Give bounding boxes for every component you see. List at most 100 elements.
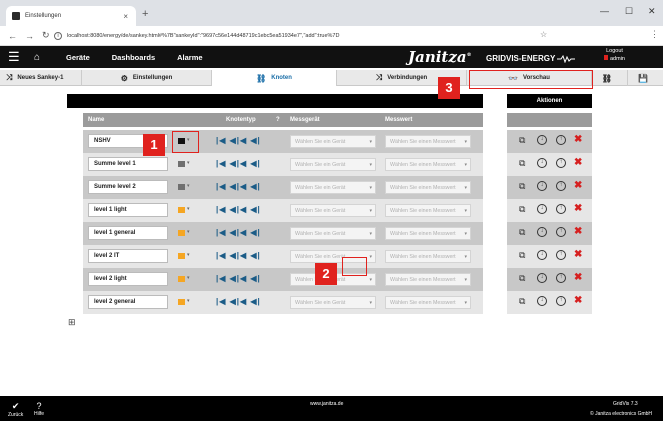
hamburger-menu-icon[interactable]: ☰ <box>8 49 26 65</box>
save-button[interactable]: 💾 <box>628 70 663 86</box>
home-icon[interactable]: ⌂ <box>34 52 54 63</box>
maximize-icon[interactable]: ☐ <box>625 6 633 17</box>
arrow-down-icon[interactable]: ↓ <box>537 158 547 168</box>
tab-close-icon[interactable]: × <box>123 12 128 21</box>
arrow-up-icon[interactable]: ↑ <box>556 158 566 168</box>
value-select[interactable]: Wählen Sie einen Messwert ▾ <box>385 181 471 194</box>
value-select[interactable]: Wählen Sie einen Messwert ▾ <box>385 296 471 309</box>
color-dropdown-icon[interactable]: ▾ <box>187 275 190 281</box>
logout-block[interactable]: Logout admin <box>604 48 625 63</box>
device-select[interactable]: Wählen Sie ein Gerät▾ <box>290 158 376 171</box>
color-dropdown-icon[interactable]: ▾ <box>187 298 190 304</box>
device-select[interactable]: Wählen Sie ein Gerät▾ <box>290 204 376 217</box>
forward-arrow-icon[interactable]: → <box>25 31 34 41</box>
color-dropdown-icon[interactable]: ▾ <box>187 206 190 212</box>
node-type-icons[interactable]: |◀ ◀|◀ ◀| <box>216 182 261 191</box>
color-swatch[interactable] <box>178 207 185 213</box>
star-icon[interactable]: ☆ <box>540 30 547 39</box>
more-icon[interactable]: ⋮ <box>650 29 659 40</box>
delete-icon[interactable]: ✖ <box>574 158 582 168</box>
footer-website[interactable]: www.janitza.de <box>310 401 343 407</box>
url-field[interactable]: i localhost:8080/energy/de/sankey.html#%… <box>54 29 574 43</box>
copy-icon[interactable]: ⧉ <box>519 227 525 237</box>
copy-icon[interactable]: ⧉ <box>519 273 525 283</box>
node-name-input[interactable]: Summe level 2 <box>88 180 168 194</box>
node-type-icons[interactable]: |◀ ◀|◀ ◀| <box>216 159 261 168</box>
value-select[interactable]: Wählen Sie einen Messwert ▾ <box>385 135 471 148</box>
delete-icon[interactable]: ✖ <box>574 135 582 145</box>
value-select[interactable]: Wählen Sie einen Messwert ▾ <box>385 227 471 240</box>
logout-link[interactable]: Logout <box>604 48 625 55</box>
nav-geraete[interactable]: Geräte <box>66 53 90 62</box>
color-swatch[interactable] <box>178 230 185 236</box>
device-select[interactable]: Wählen Sie ein Gerät▾ <box>290 181 376 194</box>
delete-icon[interactable]: ✖ <box>574 227 582 237</box>
node-type-icons[interactable]: |◀ ◀|◀ ◀| <box>216 274 261 283</box>
node-name-input[interactable]: Summe level 1 <box>88 157 168 171</box>
arrow-up-icon[interactable]: ↑ <box>556 227 566 237</box>
node-type-icons[interactable]: |◀ ◀|◀ ◀| <box>216 205 261 214</box>
arrow-down-icon[interactable]: ↓ <box>537 135 547 145</box>
color-swatch[interactable] <box>178 299 185 305</box>
reload-icon[interactable]: ↻ <box>42 30 50 41</box>
copy-icon[interactable]: ⧉ <box>519 158 525 168</box>
arrow-down-icon[interactable]: ↓ <box>537 227 547 237</box>
copy-icon[interactable]: ⧉ <box>519 250 525 260</box>
node-name-input[interactable]: level 2 general <box>88 295 168 309</box>
help-button[interactable]: ? Hilfe <box>34 401 44 417</box>
back-button[interactable]: ✔ Zurück <box>8 401 23 418</box>
browser-tab[interactable]: Einstellungen × <box>6 6 136 26</box>
value-select[interactable]: Wählen Sie einen Messwert ▾ <box>385 204 471 217</box>
copy-icon[interactable]: ⧉ <box>519 204 525 214</box>
node-type-icons[interactable]: |◀ ◀|◀ ◀| <box>216 297 261 306</box>
node-name-input[interactable]: level 2 light <box>88 272 168 286</box>
delete-icon[interactable]: ✖ <box>574 250 582 260</box>
add-node-icon[interactable]: ⊞ <box>68 317 76 328</box>
link-button[interactable]: ⛓ <box>592 70 628 86</box>
delete-icon[interactable]: ✖ <box>574 181 582 191</box>
delete-icon[interactable]: ✖ <box>574 273 582 283</box>
arrow-up-icon[interactable]: ↑ <box>556 204 566 214</box>
device-select[interactable]: Wählen Sie ein Gerät▾ <box>290 135 376 148</box>
arrow-down-icon[interactable]: ↓ <box>537 204 547 214</box>
delete-icon[interactable]: ✖ <box>574 296 582 306</box>
node-type-icons[interactable]: |◀ ◀|◀ ◀| <box>216 228 261 237</box>
color-swatch[interactable] <box>178 276 185 282</box>
device-select[interactable]: Wählen Sie ein Gerät▾ <box>290 227 376 240</box>
new-tab-button[interactable]: + <box>142 8 148 20</box>
node-name-input[interactable]: level 1 light <box>88 203 168 217</box>
copy-icon[interactable]: ⧉ <box>519 296 525 306</box>
minimize-icon[interactable]: — <box>600 6 609 16</box>
color-dropdown-icon[interactable]: ▾ <box>187 183 190 189</box>
color-dropdown-icon[interactable]: ▾ <box>187 252 190 258</box>
arrow-up-icon[interactable]: ↑ <box>556 273 566 283</box>
value-select[interactable]: Wählen Sie einen Messwert ▾ <box>385 273 471 286</box>
color-swatch[interactable] <box>178 253 185 259</box>
arrow-down-icon[interactable]: ↓ <box>537 296 547 306</box>
arrow-up-icon[interactable]: ↑ <box>556 181 566 191</box>
help-circle-icon[interactable]: ? <box>276 117 280 123</box>
back-arrow-icon[interactable]: ← <box>8 31 17 41</box>
project-tab[interactable]: ⤨ Neues Sankey-1 <box>0 70 82 86</box>
node-name-input[interactable]: level 1 general <box>88 226 168 240</box>
color-dropdown-icon[interactable]: ▾ <box>187 160 190 166</box>
node-name-input[interactable]: level 2 IT <box>88 249 168 263</box>
info-icon[interactable]: i <box>54 32 62 40</box>
tab-knoten[interactable]: ⛓ Knoten <box>212 70 337 86</box>
node-type-icons[interactable]: |◀ ◀|◀ ◀| <box>216 136 261 145</box>
color-swatch[interactable] <box>178 161 185 167</box>
value-select[interactable]: Wählen Sie einen Messwert ▾ <box>385 250 471 263</box>
tab-einstellungen[interactable]: ⚙ Einstellungen <box>82 70 212 86</box>
arrow-up-icon[interactable]: ↑ <box>556 296 566 306</box>
copy-icon[interactable]: ⧉ <box>519 181 525 191</box>
delete-icon[interactable]: ✖ <box>574 204 582 214</box>
close-window-icon[interactable]: ✕ <box>648 6 656 17</box>
nav-dashboards[interactable]: Dashboards <box>112 53 155 62</box>
color-dropdown-icon[interactable]: ▾ <box>187 229 190 235</box>
nav-alarme[interactable]: Alarme <box>177 53 202 62</box>
arrow-down-icon[interactable]: ↓ <box>537 181 547 191</box>
arrow-down-icon[interactable]: ↓ <box>537 273 547 283</box>
arrow-down-icon[interactable]: ↓ <box>537 250 547 260</box>
device-select[interactable]: Wählen Sie ein Gerät▾ <box>290 296 376 309</box>
color-swatch[interactable] <box>178 184 185 190</box>
